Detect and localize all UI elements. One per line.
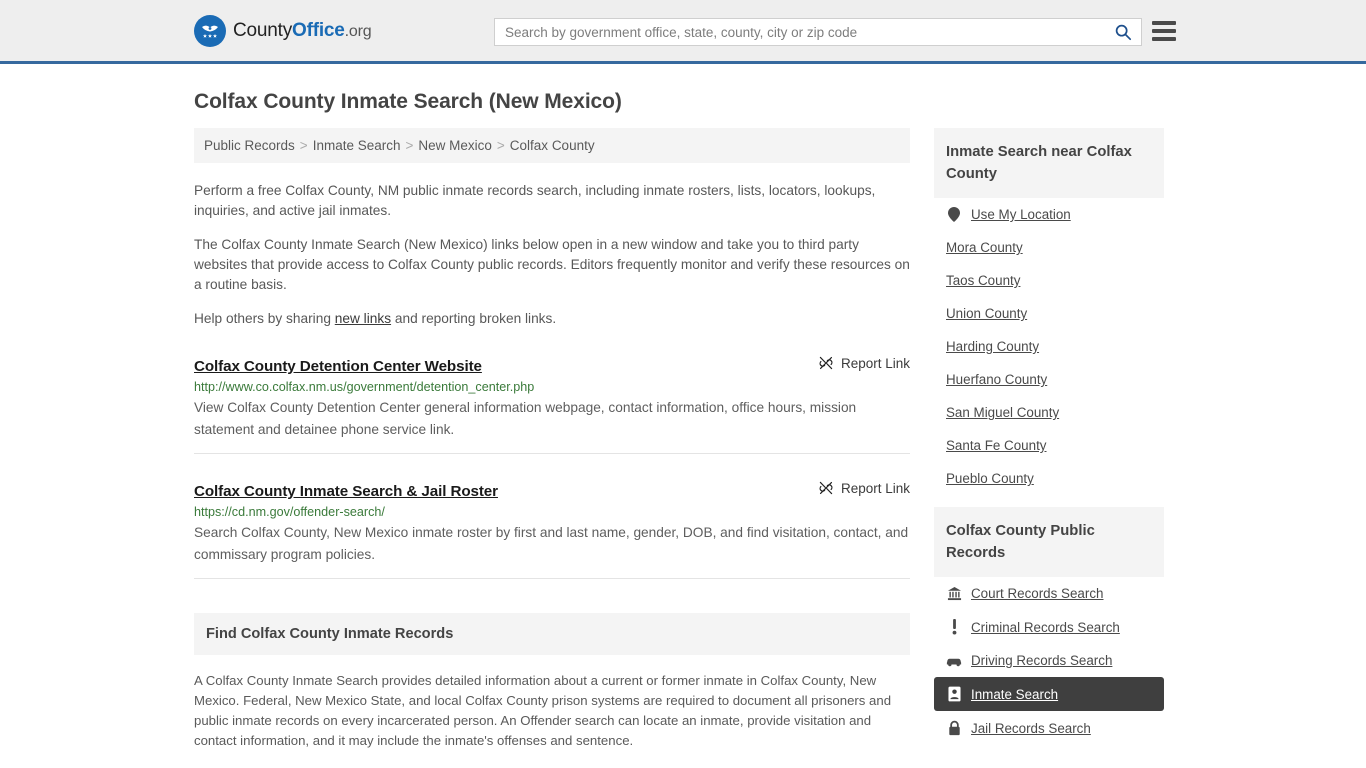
sidebar-link[interactable]: Huerfano County	[946, 372, 1047, 387]
search-bar[interactable]	[494, 18, 1142, 46]
report-link-button[interactable]: Report Link	[818, 355, 910, 371]
search-icon	[1115, 24, 1132, 41]
broken-link-icon	[819, 481, 833, 495]
sidebar-item-use-my-location[interactable]: Use My Location	[934, 198, 1164, 231]
site-logo-text: CountyOffice.org	[233, 19, 372, 42]
find-records-section: Find Colfax County Inmate Records A Colf…	[194, 613, 910, 768]
breadcrumb-separator: >	[405, 138, 414, 153]
car-icon	[946, 655, 962, 667]
result-title-link[interactable]: Colfax County Detention Center Website	[194, 358, 482, 375]
sidebar-item-san-miguel-county[interactable]: San Miguel County	[934, 396, 1164, 429]
main-content: Public Records > Inmate Search > New Mex…	[194, 128, 910, 768]
sidebar-public-records-panel: Colfax County Public Records Court Recor…	[934, 507, 1164, 745]
sidebar-link[interactable]: San Miguel County	[946, 405, 1059, 420]
report-link-label: Report Link	[840, 480, 910, 496]
report-link-button[interactable]: Report Link	[818, 480, 910, 496]
sidebar-item-pueblo-county[interactable]: Pueblo County	[934, 462, 1164, 495]
logo-text-part2: Office	[292, 19, 345, 41]
sidebar-item-jail-records-search[interactable]: Jail Records Search	[934, 711, 1164, 745]
sidebar-item-union-county[interactable]: Union County	[934, 297, 1164, 330]
sidebar-link[interactable]: Taos County	[946, 273, 1020, 288]
find-records-heading: Find Colfax County Inmate Records	[194, 613, 910, 655]
eagle-seal-icon	[194, 14, 226, 47]
find-records-paragraph: A Colfax County Inmate Search provides d…	[194, 673, 892, 748]
breadcrumb-item-3[interactable]: Colfax County	[510, 138, 595, 153]
new-links-link[interactable]: new links	[335, 311, 391, 326]
logo-text-part1: County	[233, 19, 293, 41]
sidebar-nearby-panel: Inmate Search near Colfax County Use My …	[934, 128, 1164, 495]
intro-paragraph-1: Perform a free Colfax County, NM public …	[194, 183, 876, 218]
lock-icon	[946, 720, 962, 736]
result-item: Colfax County Detention Center Website R…	[194, 355, 910, 454]
courthouse-icon	[946, 586, 962, 601]
sidebar-nearby-heading: Inmate Search near Colfax County	[934, 128, 1164, 198]
result-item: Colfax County Inmate Search & Jail Roste…	[194, 480, 910, 579]
exclamation-icon	[946, 619, 962, 635]
logo-text-part3: .org	[344, 22, 372, 40]
sidebar-link[interactable]: Union County	[946, 306, 1027, 321]
search-button[interactable]	[1105, 19, 1141, 45]
sidebar-link[interactable]: Inmate Search	[971, 687, 1058, 702]
sidebar-item-inmate-search[interactable]: Inmate Search	[934, 677, 1164, 711]
hamburger-bar	[1152, 37, 1176, 41]
search-input[interactable]	[495, 19, 1105, 45]
sidebar-public-records-list: Court Records Search Criminal Records Se…	[934, 577, 1164, 745]
sidebar-link[interactable]: Driving Records Search	[971, 653, 1112, 668]
sidebar-link[interactable]: Criminal Records Search	[971, 620, 1120, 635]
intro-p3-after: and reporting broken links.	[391, 311, 557, 326]
content-columns: Public Records > Inmate Search > New Mex…	[194, 128, 1180, 768]
sidebar-item-santa-fe-county[interactable]: Santa Fe County	[934, 429, 1164, 462]
sidebar-item-driving-records-search[interactable]: Driving Records Search	[934, 644, 1164, 677]
result-description: Search Colfax County, New Mexico inmate …	[194, 525, 909, 562]
sidebar-link[interactable]: Pueblo County	[946, 471, 1034, 486]
result-description: View Colfax County Detention Center gene…	[194, 400, 857, 437]
broken-link-icon	[819, 356, 833, 370]
sidebar-item-harding-county[interactable]: Harding County	[934, 330, 1164, 363]
result-header: Colfax County Inmate Search & Jail Roste…	[194, 480, 910, 501]
sidebar-link[interactable]: Court Records Search	[971, 586, 1103, 601]
result-title-link[interactable]: Colfax County Inmate Search & Jail Roste…	[194, 483, 498, 500]
result-url: https://cd.nm.gov/offender-search/	[194, 505, 385, 519]
site-logo[interactable]: CountyOffice.org	[194, 14, 372, 47]
sidebar-item-mora-county[interactable]: Mora County	[934, 231, 1164, 264]
report-link-label: Report Link	[840, 355, 910, 371]
breadcrumb-item-2[interactable]: New Mexico	[418, 138, 492, 153]
sidebar-link[interactable]: Mora County	[946, 240, 1023, 255]
sidebar-item-taos-county[interactable]: Taos County	[934, 264, 1164, 297]
intro-text: Perform a free Colfax County, NM public …	[194, 181, 910, 329]
breadcrumb-item-0[interactable]: Public Records	[204, 138, 295, 153]
result-header: Colfax County Detention Center Website R…	[194, 355, 910, 376]
breadcrumb-separator: >	[299, 138, 308, 153]
breadcrumb: Public Records > Inmate Search > New Mex…	[194, 128, 910, 163]
sidebar-item-criminal-records-search[interactable]: Criminal Records Search	[934, 610, 1164, 644]
page-title: Colfax County Inmate Search (New Mexico)	[194, 90, 622, 113]
site-header: CountyOffice.org	[0, 0, 1366, 64]
intro-p3-before: Help others by sharing	[194, 311, 335, 326]
sidebar-item-court-records-search[interactable]: Court Records Search	[934, 577, 1164, 610]
page-container: Colfax County Inmate Search (New Mexico)…	[0, 90, 1366, 768]
sidebar: Inmate Search near Colfax County Use My …	[934, 128, 1164, 751]
find-records-body: A Colfax County Inmate Search provides d…	[194, 671, 910, 768]
hamburger-bar	[1152, 29, 1176, 33]
breadcrumb-separator: >	[496, 138, 505, 153]
intro-paragraph-2: The Colfax County Inmate Search (New Mex…	[194, 237, 910, 292]
sidebar-link[interactable]: Use My Location	[971, 207, 1071, 222]
sidebar-public-records-heading: Colfax County Public Records	[934, 507, 1164, 577]
result-url: http://www.co.colfax.nm.us/government/de…	[194, 380, 535, 394]
sidebar-link[interactable]: Santa Fe County	[946, 438, 1047, 453]
sidebar-link[interactable]: Harding County	[946, 339, 1039, 354]
hamburger-menu-icon[interactable]	[1152, 21, 1176, 41]
hamburger-bar	[1152, 21, 1176, 25]
sidebar-link[interactable]: Jail Records Search	[971, 721, 1091, 736]
id-card-icon	[946, 686, 962, 702]
map-pin-icon	[946, 207, 962, 222]
sidebar-item-huerfano-county[interactable]: Huerfano County	[934, 363, 1164, 396]
intro-paragraph-3: Help others by sharing new links and rep…	[194, 309, 910, 329]
breadcrumb-item-1[interactable]: Inmate Search	[313, 138, 401, 153]
sidebar-nearby-list: Use My Location Mora County Taos County …	[934, 198, 1164, 495]
